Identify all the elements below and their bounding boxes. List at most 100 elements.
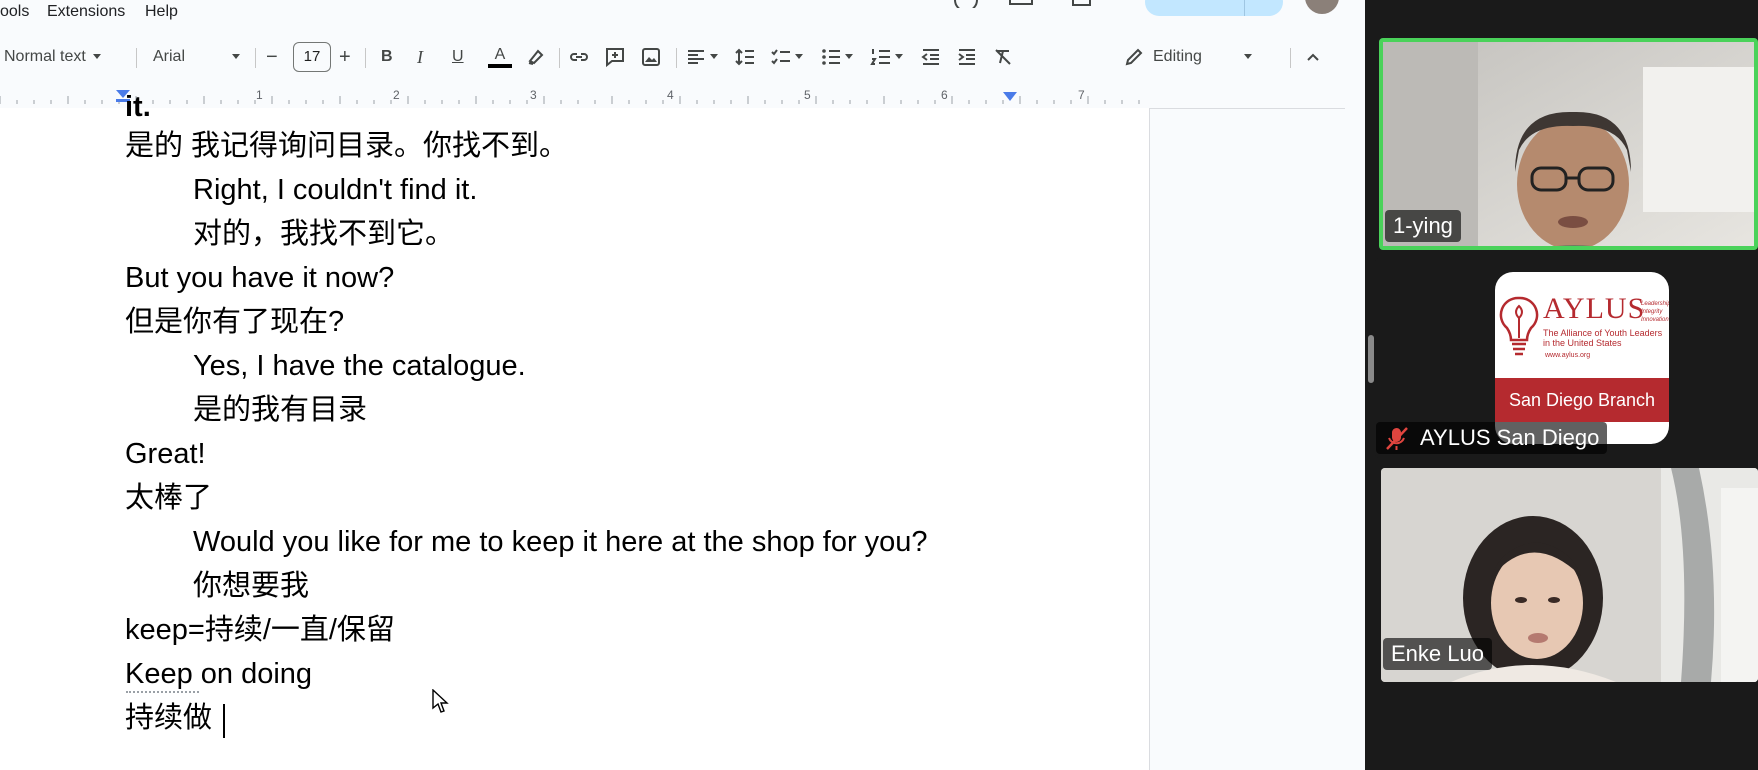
chevron-down-icon: [92, 54, 101, 59]
decrease-indent-button[interactable]: [920, 32, 942, 82]
ruler-number: 1: [256, 88, 263, 102]
image-icon: [642, 48, 660, 66]
document-line: Right, I couldn't find it.: [193, 174, 478, 206]
document-line: 对的，我找不到它。: [193, 218, 455, 250]
aylus-fullname-line2: in the United States: [1543, 338, 1622, 348]
top-right-widgets: [0, 0, 1365, 26]
pencil-icon: [1125, 48, 1143, 66]
document-line: it.: [125, 91, 151, 123]
comment-icon[interactable]: [1008, 0, 1034, 8]
line-spacing-button[interactable]: [734, 32, 756, 82]
chevron-up-icon: [1307, 53, 1319, 61]
text-color-button[interactable]: A: [488, 32, 512, 82]
italic-button[interactable]: I: [417, 32, 423, 82]
toolbar-separator: [255, 48, 256, 68]
editing-mode-dropdown[interactable]: Editing: [1123, 32, 1257, 82]
ruler-number: 6: [941, 88, 948, 102]
share-divider: [1244, 0, 1245, 16]
video-tile-enke-luo[interactable]: Enke Luo: [1381, 468, 1758, 682]
toolbar-separator: [365, 48, 366, 68]
editing-mode-label: Editing: [1153, 48, 1202, 65]
document-line: 但是你有了现在?: [125, 306, 345, 338]
ruler-number: 3: [530, 88, 537, 102]
document-line: 持续做: [125, 702, 213, 734]
link-icon: [570, 53, 588, 61]
aylus-logo: AYLUS Leadership Integrity Innovation Th…: [1495, 272, 1669, 444]
bulleted-list-dropdown[interactable]: [820, 32, 856, 82]
decrease-font-size-button[interactable]: −: [266, 32, 278, 82]
chevron-down-icon: [845, 54, 853, 59]
account-avatar[interactable]: [1305, 0, 1339, 14]
checklist-icon: [771, 49, 790, 65]
style-dropdown[interactable]: Normal text: [4, 32, 108, 82]
font-label: Arial: [153, 48, 186, 65]
tagline-3: Innovation: [1641, 317, 1669, 323]
share-button[interactable]: [1145, 0, 1283, 16]
font-dropdown[interactable]: Arial: [153, 32, 247, 82]
underline-button[interactable]: U: [452, 32, 464, 82]
ruler-number: 7: [1078, 88, 1085, 102]
document-line: Keep on doing: [125, 658, 313, 690]
video-tile-aylus-san-diego[interactable]: AYLUS Leadership Integrity Innovation Th…: [1375, 258, 1758, 458]
add-comment-button[interactable]: [604, 32, 626, 82]
style-label: Normal text: [4, 48, 86, 65]
font-size-input[interactable]: 17: [293, 42, 331, 72]
ruler: 1 2 3 4 5 6 7: [0, 88, 1345, 109]
increase-indent-button[interactable]: [956, 32, 978, 82]
insert-link-button[interactable]: [568, 32, 590, 82]
highlighter-icon: [528, 49, 544, 65]
document-line: 太棒了: [125, 482, 213, 514]
ruler-number: 4: [667, 88, 674, 102]
toolbar-separator: [136, 48, 137, 68]
participant-name: AYLUS San Diego: [1420, 425, 1600, 450]
document-line: keep=持续/一直/保留: [125, 614, 395, 646]
document-line: 是的我有目录: [193, 394, 368, 426]
chevron-down-icon: [1244, 54, 1252, 59]
formatting-toolbar: Normal text Arial − 17 + B I U A Editing: [0, 32, 1365, 82]
text-cursor: [223, 704, 225, 738]
toolbar-separator: [676, 48, 677, 68]
video-tile-1-ying[interactable]: 1-ying: [1379, 38, 1758, 250]
participant-name: 1-ying: [1385, 210, 1461, 242]
document-line: 你想要我: [193, 570, 310, 602]
chevron-down-icon: [232, 54, 240, 59]
tagline-2: Integrity: [1641, 309, 1663, 315]
toolbar-separator: [1290, 48, 1291, 68]
document-line: Great!: [125, 438, 206, 470]
insert-image-button[interactable]: [640, 32, 662, 82]
increase-indent-icon: [958, 49, 975, 65]
meet-icon[interactable]: [1070, 0, 1096, 8]
aylus-taglines: Leadership Integrity Innovation: [1641, 300, 1669, 324]
add-comment-icon: [606, 48, 624, 68]
document-line: Yes, I have the catalogue.: [193, 350, 526, 382]
aylus-fullname-line1: The Alliance of Youth Leaders: [1543, 328, 1663, 338]
panel-scrollbar[interactable]: [1368, 335, 1374, 383]
aylus-wordmark: AYLUS: [1543, 292, 1646, 325]
aylus-website: www.aylus.org: [1545, 352, 1591, 359]
tagline-1: Leadership: [1641, 301, 1669, 307]
checklist-dropdown[interactable]: [770, 32, 806, 82]
increase-font-size-button[interactable]: +: [339, 32, 351, 82]
chevron-down-icon: [795, 54, 803, 59]
align-dropdown[interactable]: [685, 32, 721, 82]
ruler-number: 5: [804, 88, 811, 102]
docs-window: ools Extensions Help Normal text Arial −…: [0, 0, 1365, 770]
aylus-branch-banner: San Diego Branch: [1495, 378, 1669, 422]
text-color-swatch: [488, 63, 512, 68]
decrease-indent-icon: [921, 49, 939, 65]
document-page[interactable]: it. 是的 我记得询问目录。你找不到。 Right, I couldn't f…: [0, 91, 1150, 770]
ruler-number: 2: [393, 88, 400, 102]
line-spacing-icon: [735, 48, 754, 66]
mouse-pointer-icon: [432, 689, 449, 713]
right-indent-marker[interactable]: [1003, 92, 1017, 102]
participant-name: Enke Luo: [1383, 638, 1492, 670]
numbered-list-dropdown[interactable]: [870, 32, 906, 82]
bold-button[interactable]: B: [381, 32, 393, 82]
video-gallery-panel: 1-ying AYLUS Leadership Integrity Innova…: [1365, 0, 1758, 770]
clear-formatting-button[interactable]: [992, 32, 1014, 82]
text-color-letter: A: [494, 45, 506, 63]
history-icon[interactable]: [952, 0, 980, 8]
highlight-button[interactable]: [524, 32, 546, 82]
chevron-down-icon: [895, 54, 903, 59]
collapse-menus-button[interactable]: [1302, 32, 1324, 82]
